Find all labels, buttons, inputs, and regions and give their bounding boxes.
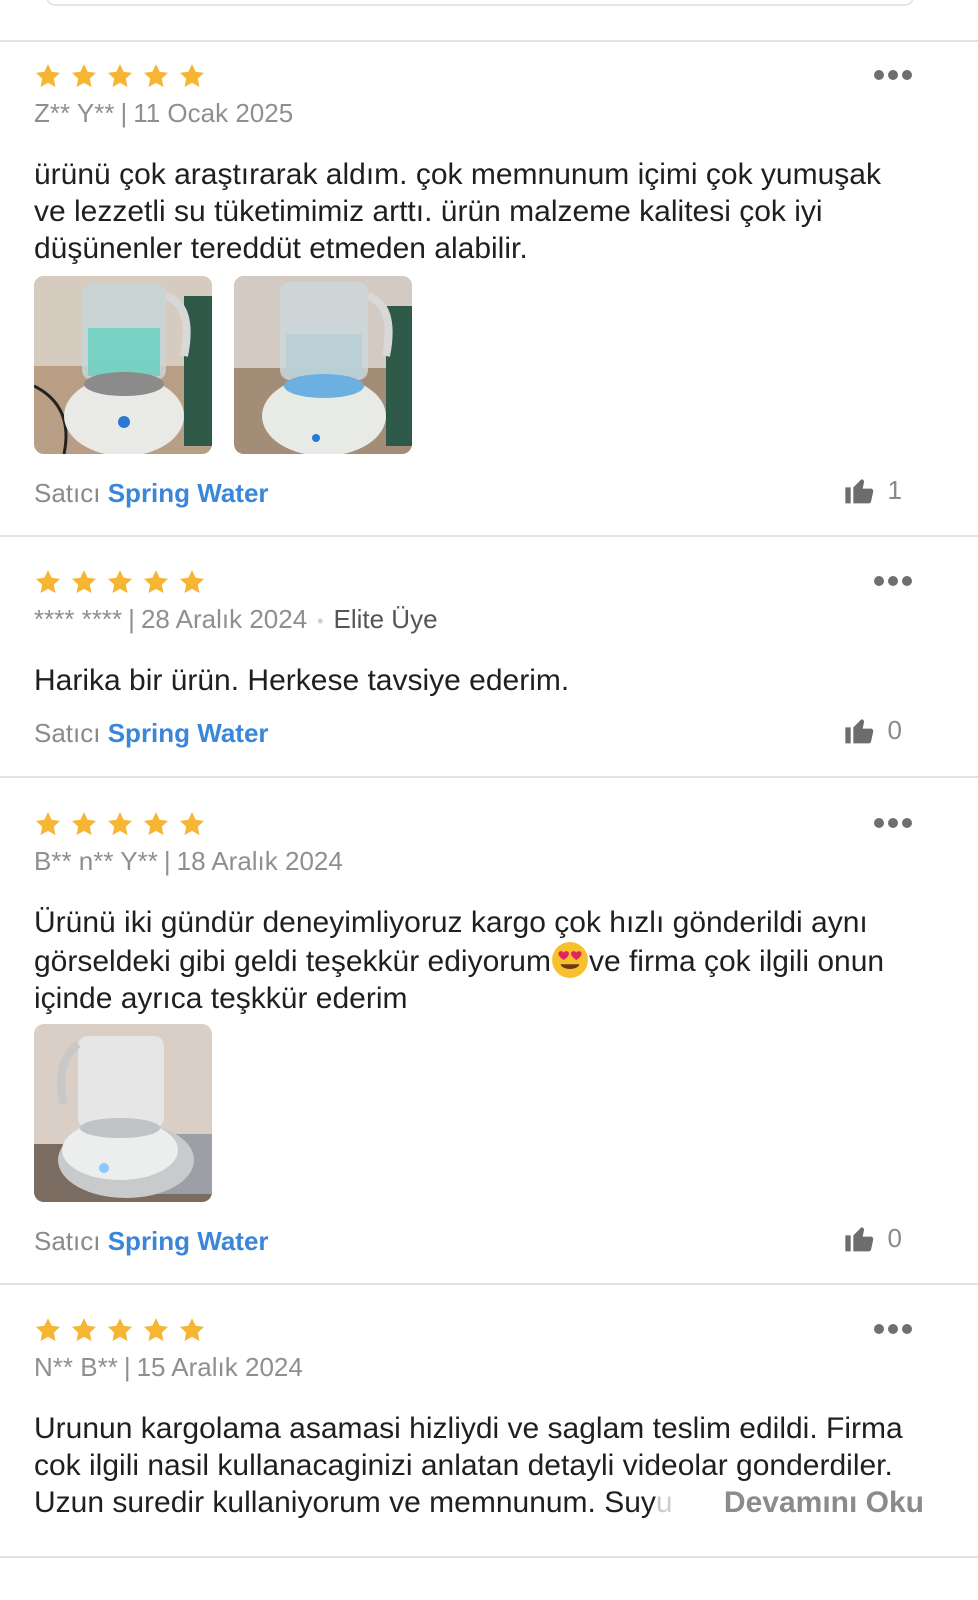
review-text: ürünü çok araştırarak aldım. çok memnunu… [34, 156, 934, 267]
review-text-fragment: ve firma çok ilgili onun [588, 945, 885, 978]
review-text-line: ve lezzetli su tüketimimiz arttı. ürün m… [34, 195, 823, 228]
star-icon [107, 570, 133, 593]
star-icon [107, 1318, 133, 1341]
star-icon [107, 64, 133, 87]
star-icon [179, 64, 205, 87]
review-author: B** n** Y** [34, 846, 158, 876]
product-photo-thumbnail[interactable] [34, 276, 212, 454]
like-count: 0 [887, 1222, 902, 1253]
seller-link[interactable]: Spring Water [108, 478, 269, 508]
divider [0, 535, 978, 537]
review-date: 11 Ocak 2025 [133, 98, 294, 128]
review-author: **** **** [34, 604, 123, 634]
more-options-icon[interactable] [874, 818, 912, 828]
review-photos [34, 1024, 212, 1202]
review-text: Harika bir ürün. Herkese tavsiye ederim. [34, 662, 934, 699]
seller-link[interactable]: Spring Water [108, 1226, 269, 1256]
seller-info: Satıcı Spring Water [34, 478, 269, 509]
star-icon [143, 812, 169, 835]
search-bar-edge [46, 0, 914, 6]
review-photos [34, 276, 412, 454]
review-meta: N** B** | 15 Aralık 2024 [34, 1352, 303, 1382]
divider [0, 1556, 978, 1558]
star-icon [179, 570, 205, 593]
seller-label: Satıcı [34, 718, 101, 748]
review-text-fragment: Uzun suredir kullaniyorum ve memnunum. S… [34, 1486, 656, 1519]
review-text-line: düşünenler tereddüt etmeden alabilir. [34, 232, 528, 265]
seller-label: Satıcı [34, 1226, 101, 1256]
star-icon [143, 1318, 169, 1341]
star-icon [71, 1318, 97, 1341]
star-rating [34, 1316, 206, 1346]
divider [0, 1283, 978, 1285]
review-text-line: Urunun kargolama asamasi hizliydi ve sag… [34, 1412, 903, 1445]
star-icon [143, 64, 169, 87]
like-button[interactable]: 0 [844, 1222, 902, 1254]
review-text-fragment: görseldeki gibi geldi teşekkür ediyorum [34, 945, 551, 978]
star-icon [179, 812, 205, 835]
star-rating [34, 810, 206, 840]
star-icon [35, 812, 61, 835]
review-meta: Z** Y** | 11 Ocak 2025 [34, 98, 294, 128]
review-text: Ürünü iki gündür deneyimliyoruz kargo ço… [34, 904, 934, 1017]
star-icon [71, 570, 97, 593]
thumbs-up-icon [844, 719, 873, 744]
more-options-icon[interactable] [874, 70, 912, 80]
thumbs-up-icon [844, 1227, 873, 1252]
review-text-line: görseldeki gibi geldi teşekkür ediyorum v… [34, 941, 934, 980]
like-button[interactable]: 0 [844, 714, 902, 746]
read-more-link[interactable]: Devamını Oku [663, 1486, 924, 1520]
review-text-line: içinde ayrıca teşkkür ederim [34, 982, 408, 1015]
product-photo-thumbnail[interactable] [34, 1024, 212, 1202]
review-text-line: cok ilgili nasil kullanacaginizi anlatan… [34, 1449, 893, 1482]
more-options-icon[interactable] [874, 1324, 912, 1334]
seller-info: Satıcı Spring Water [34, 1226, 269, 1257]
star-icon [71, 812, 97, 835]
like-button[interactable]: 1 [844, 474, 902, 506]
review-text-line: ürünü çok araştırarak aldım. çok memnunu… [34, 158, 881, 191]
more-options-icon[interactable] [874, 576, 912, 586]
star-rating [34, 568, 206, 598]
heart-eyes-emoji-icon [551, 942, 588, 978]
thumbs-up-icon [844, 479, 873, 504]
review-date: 28 Aralık 2024 [140, 604, 308, 634]
star-icon [179, 1318, 205, 1341]
like-count: 0 [887, 714, 902, 745]
star-rating [34, 62, 206, 92]
divider [0, 40, 978, 42]
seller-label: Satıcı [34, 478, 101, 508]
product-photo-thumbnail[interactable] [234, 276, 412, 454]
review-date: 18 Aralık 2024 [176, 846, 343, 876]
review-date: 15 Aralık 2024 [136, 1352, 303, 1382]
seller-link[interactable]: Spring Water [108, 718, 269, 748]
star-icon [71, 64, 97, 87]
star-icon [107, 812, 133, 835]
divider [0, 776, 978, 778]
review-author: N** B** [34, 1352, 118, 1382]
review-author: Z** Y** [34, 98, 115, 128]
star-icon [35, 64, 61, 87]
review-meta: B** n** Y** | 18 Aralık 2024 [34, 846, 343, 876]
review-text-line: Ürünü iki gündür deneyimliyoruz kargo ço… [34, 906, 868, 939]
review-text-line: Harika bir ürün. Herkese tavsiye ederim. [34, 664, 570, 697]
review-meta: **** **** | 28 Aralık 2024 • Elite Üye [34, 604, 438, 634]
star-icon [143, 570, 169, 593]
star-icon [35, 1318, 61, 1341]
elite-member-badge: Elite Üye [333, 604, 438, 634]
star-icon [35, 570, 61, 593]
like-count: 1 [887, 474, 902, 505]
seller-info: Satıcı Spring Water [34, 718, 269, 749]
